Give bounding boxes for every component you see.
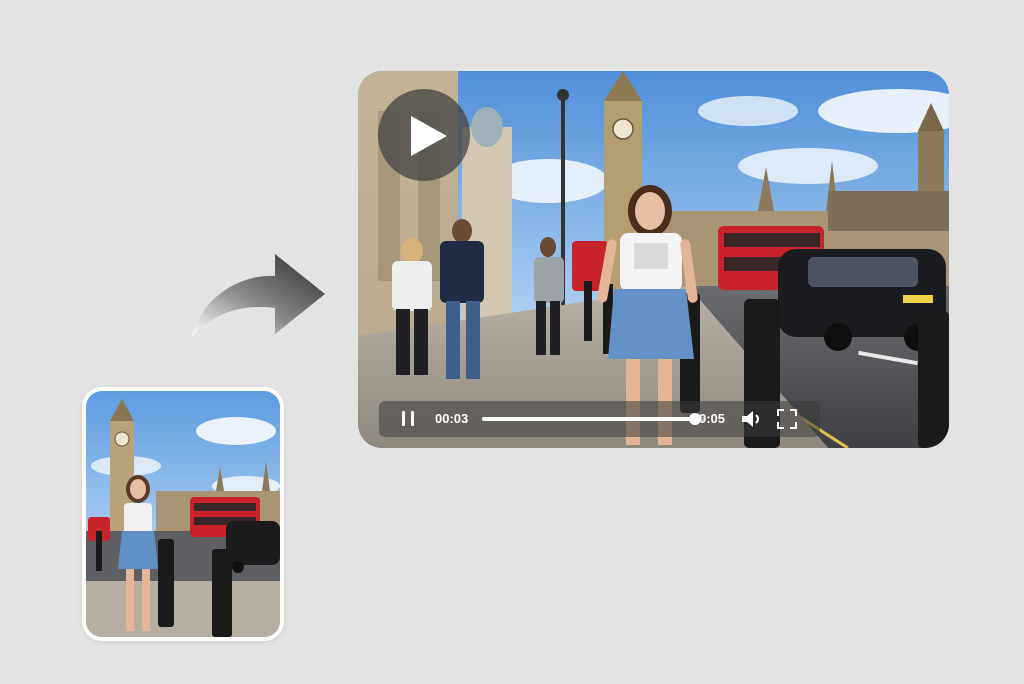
volume-button[interactable] [741,410,763,428]
current-time: 00:03 [435,411,469,426]
pause-icon [402,411,405,426]
source-photo-card[interactable] [82,387,284,641]
fullscreen-icon [777,409,797,429]
pause-button[interactable] [399,410,419,428]
progress-bar[interactable] [482,413,706,425]
pause-icon-bar [411,411,414,426]
progress-fill [482,417,695,421]
curved-arrow-icon [191,254,325,338]
total-duration: 0:05 [699,411,726,426]
fullscreen-button[interactable] [777,409,797,429]
play-icon [411,116,447,156]
play-button[interactable] [378,89,470,181]
editor-canvas: 00:03 0:05 [0,0,1024,684]
video-controls-bar: 00:03 0:05 [379,401,820,437]
source-photo [86,391,280,637]
video-player[interactable]: 00:03 0:05 [358,71,949,448]
volume-icon [742,411,759,427]
